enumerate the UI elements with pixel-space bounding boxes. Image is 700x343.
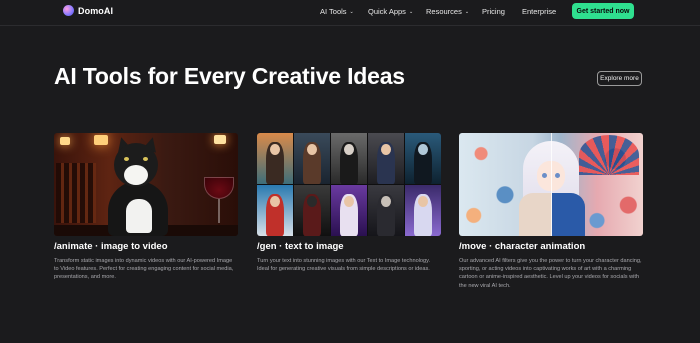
generated-characters-grid-image[interactable] xyxy=(257,133,441,236)
nav-item-quick-apps[interactable]: Quick Apps ⌄ xyxy=(368,7,413,16)
logo[interactable]: DomoAI xyxy=(63,5,113,16)
get-started-button[interactable]: Get started now xyxy=(572,3,634,19)
card-description: Transform static images into dynamic vid… xyxy=(54,258,234,281)
chevron-down-icon: ⌄ xyxy=(349,8,354,15)
card-title[interactable]: /move · character animation xyxy=(459,241,643,252)
domoai-logo-icon xyxy=(63,5,74,16)
nav-item-label: Pricing xyxy=(482,7,505,16)
page-title: AI Tools for Every Creative Ideas xyxy=(54,63,405,89)
nav-item-label: Quick Apps xyxy=(368,7,406,16)
logo-text: DomoAI xyxy=(78,5,114,16)
card-title[interactable]: /gen · text to image xyxy=(257,241,441,252)
card-description: Turn your text into stunning images with… xyxy=(257,258,431,273)
feature-card-move[interactable]: /move · character animation Our advanced… xyxy=(459,133,643,290)
card-title[interactable]: /animate · image to video xyxy=(54,241,238,252)
nav-item-label: Enterprise xyxy=(522,7,557,16)
feature-card-gen[interactable]: /gen · text to image Turn your text into… xyxy=(257,133,441,273)
nav-item-enterprise[interactable]: Enterprise xyxy=(522,7,556,16)
chevron-down-icon: ⌄ xyxy=(464,8,470,15)
chevron-down-icon: ⌄ xyxy=(408,8,414,15)
top-navigation: DomoAI AI Tools ⌄ Quick Apps ⌄ Resources… xyxy=(0,0,700,26)
nav-item-label: Resources xyxy=(426,7,462,16)
feature-card-animate[interactable]: /animate · image to video Transform stat… xyxy=(54,133,238,282)
nav-item-ai-tools[interactable]: AI Tools ⌄ xyxy=(320,7,354,16)
nav-item-label: AI Tools xyxy=(320,7,347,16)
card-description: Our advanced AI filters give you the pow… xyxy=(459,258,642,289)
explore-more-button[interactable]: Explore more xyxy=(597,71,642,86)
cat-at-bar-with-wine-image[interactable] xyxy=(54,133,238,236)
anime-character-split-image[interactable] xyxy=(459,133,643,236)
nav-item-resources[interactable]: Resources ⌄ xyxy=(426,7,469,16)
nav-item-pricing[interactable]: Pricing xyxy=(482,7,505,16)
